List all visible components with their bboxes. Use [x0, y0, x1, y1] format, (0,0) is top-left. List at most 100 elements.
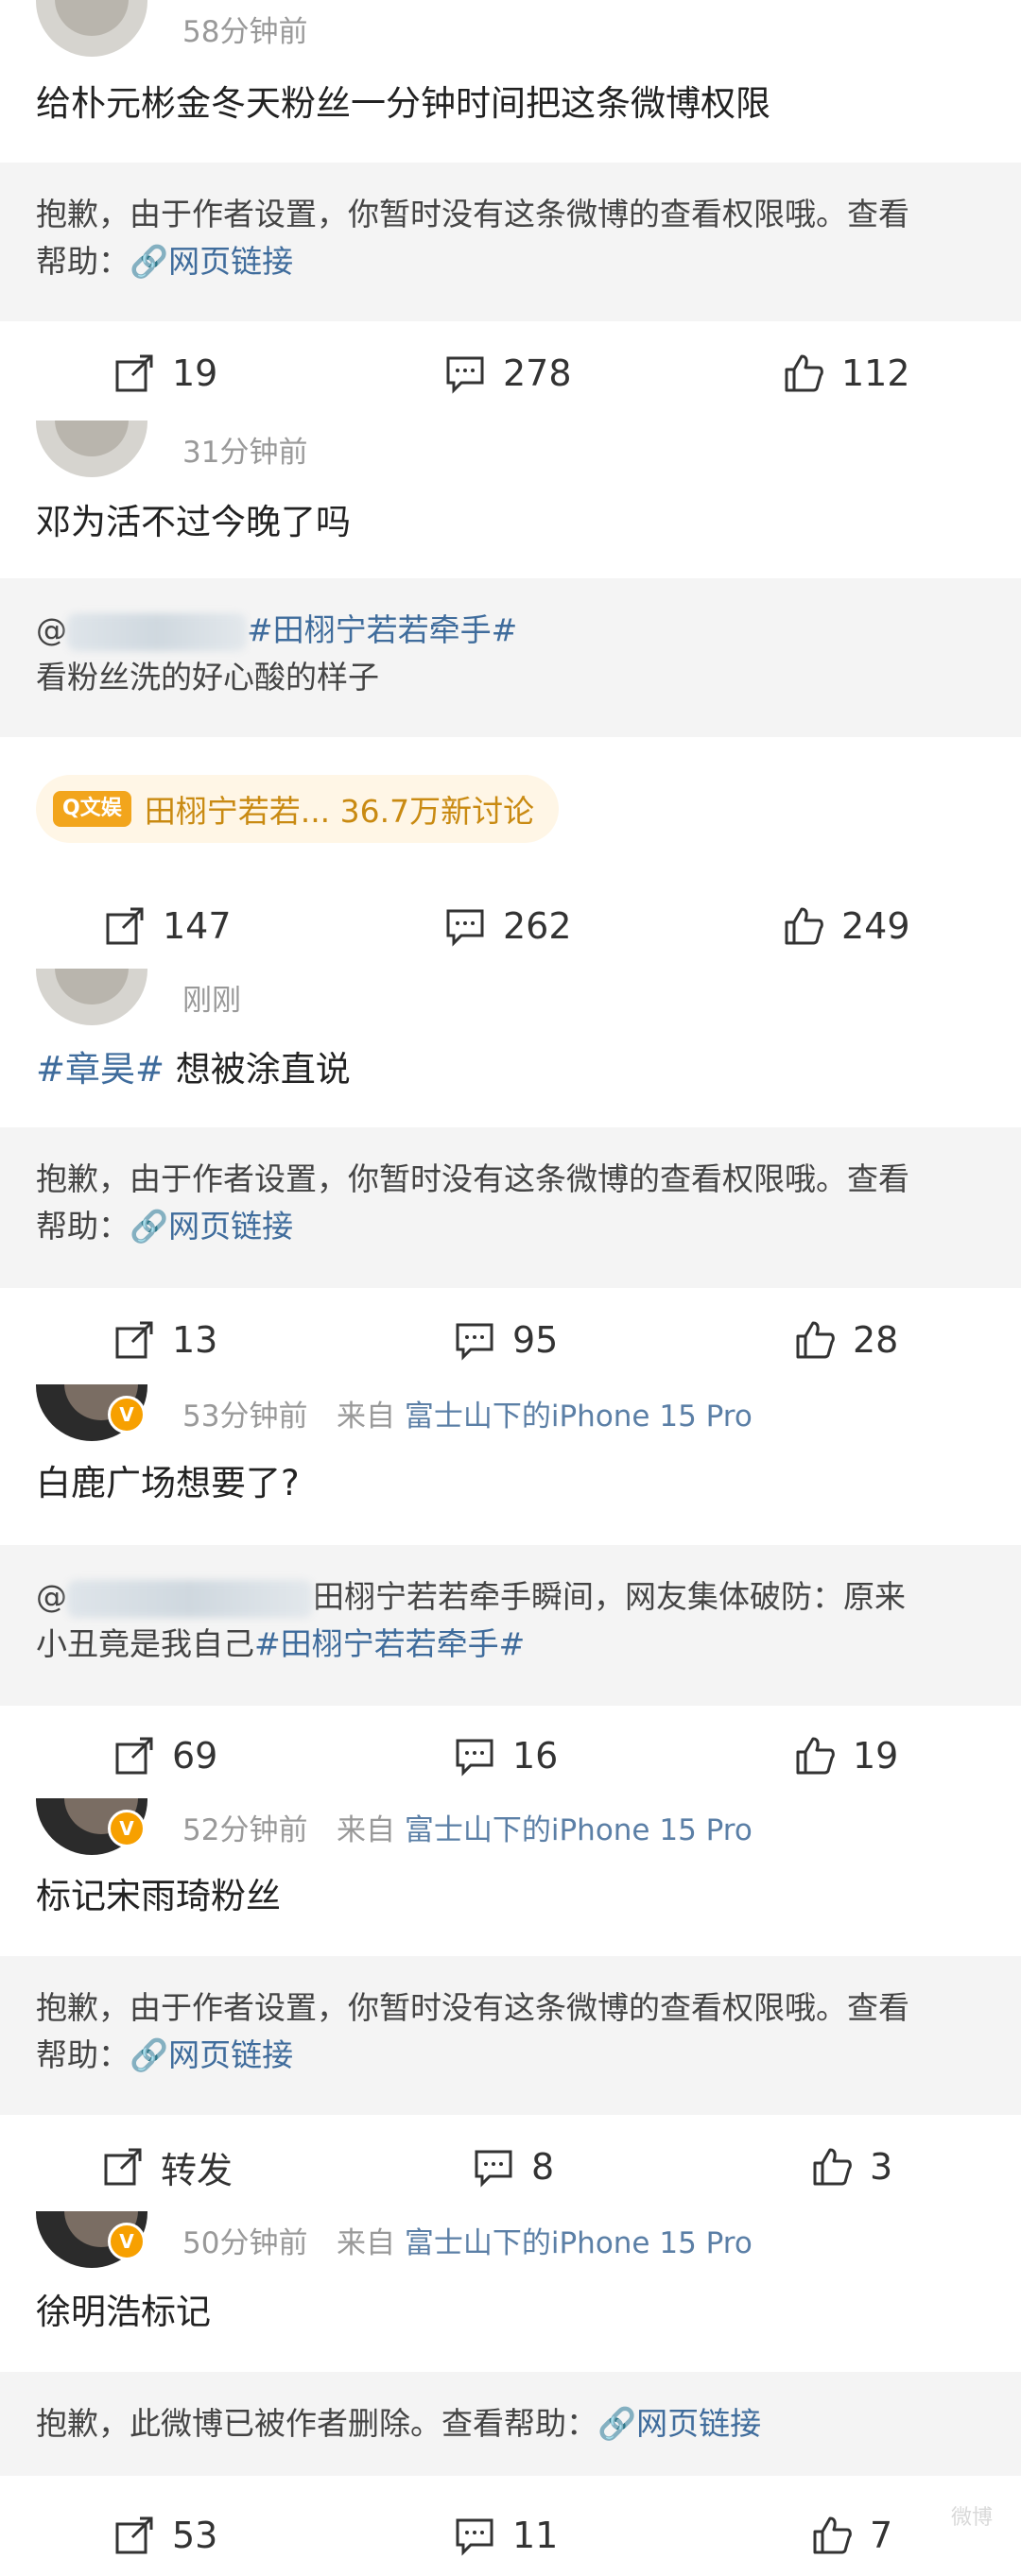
thumbs-up-icon: [796, 1737, 835, 1775]
comment-icon: [475, 2150, 512, 2188]
comment-button[interactable]: 16: [454, 1723, 558, 1789]
post-time: 58分钟前: [182, 15, 308, 49]
action-bar: 13 95 28: [0, 1307, 1021, 1373]
topic-link[interactable]: #田栩宁若若牵手#: [247, 611, 517, 648]
watermark: 微博: [950, 2506, 993, 2530]
repost-button[interactable]: 53: [113, 2502, 217, 2568]
share-icon: [106, 907, 144, 945]
source-device-link[interactable]: 富士山下的iPhone 15 Pro: [405, 2226, 753, 2260]
post-time: 31分钟前: [182, 436, 308, 470]
entertainment-tag: Q文娱: [53, 791, 131, 827]
source-device-link[interactable]: 富士山下的iPhone 15 Pro: [405, 1813, 753, 1847]
link-icon: 🔗: [130, 243, 169, 280]
avatar[interactable]: [36, 0, 147, 57]
thumbs-up-icon: [813, 2516, 852, 2554]
link-icon: 🔗: [597, 2405, 637, 2442]
blurred-username: [67, 1579, 313, 1618]
verified-badge-icon: V: [108, 1396, 146, 1434]
action-bar: 53 11 7: [0, 2502, 1021, 2568]
quoted-post[interactable]: @ 田栩宁若若牵手瞬间，网友集体破防：原来 小丑竟是我自己#田栩宁若若牵手#: [0, 1545, 1021, 1706]
post-time: 50分钟前: [182, 2226, 308, 2260]
post-source: 来自 富士山下的iPhone 15 Pro: [337, 1813, 753, 1847]
link-icon: 🔗: [130, 2036, 169, 2073]
post-time: 刚刚: [182, 984, 241, 1018]
comment-button[interactable]: 95: [454, 1307, 558, 1373]
share-icon: [115, 1737, 153, 1775]
comment-button[interactable]: 278: [444, 340, 572, 406]
web-link[interactable]: 🔗网页链接: [597, 2405, 761, 2442]
web-link[interactable]: 🔗网页链接: [130, 1208, 293, 1245]
verified-badge-icon: V: [108, 2223, 146, 2260]
post-meta: 刚刚: [0, 969, 1021, 1025]
repost-button[interactable]: 19: [113, 340, 217, 406]
like-button[interactable]: 249: [783, 893, 910, 959]
post-meta: V 53分钟前 来自 富士山下的iPhone 15 Pro: [0, 1384, 1021, 1441]
restricted-notice: 抱歉，由于作者设置，你暂时没有这条微博的查看权限哦。查看: [36, 1160, 909, 1197]
quoted-post[interactable]: 抱歉，由于作者设置，你暂时没有这条微博的查看权限哦。查看 帮助：🔗网页链接: [0, 163, 1021, 321]
thumbs-up-icon: [785, 907, 823, 945]
repost-button[interactable]: 147: [104, 893, 232, 959]
post-text: 徐明浩标记: [36, 2292, 211, 2332]
quoted-post[interactable]: 抱歉，由于作者设置，你暂时没有这条微博的查看权限哦。查看 帮助：🔗网页链接: [0, 1956, 1021, 2115]
repost-button[interactable]: 69: [113, 1723, 217, 1789]
avatar[interactable]: [36, 421, 147, 477]
quoted-post[interactable]: 抱歉，此微博已被作者删除。查看帮助：🔗网页链接: [0, 2372, 1021, 2476]
share-icon: [115, 1321, 153, 1359]
quoted-post[interactable]: @ #田栩宁若若牵手# 看粉丝洗的好心酸的样子: [0, 578, 1021, 737]
post-source: 来自 富士山下的iPhone 15 Pro: [337, 1400, 753, 1434]
web-link[interactable]: 🔗网页链接: [130, 243, 293, 280]
action-bar: 19 278 112: [0, 340, 1021, 406]
quoted-text: 看粉丝洗的好心酸的样子: [36, 659, 379, 696]
link-icon: 🔗: [130, 1208, 169, 1245]
verified-badge-icon: V: [108, 1810, 146, 1847]
post-meta: V 50分钟前 来自 富士山下的iPhone 15 Pro: [0, 2211, 1021, 2268]
post-meta: 58分钟前: [0, 0, 1021, 57]
avatar[interactable]: [36, 969, 147, 1025]
thumbs-up-icon: [796, 1321, 835, 1359]
like-button[interactable]: 112: [783, 340, 910, 406]
help-label: 帮助：: [36, 2036, 130, 2073]
post-meta: V 52分钟前 来自 富士山下的iPhone 15 Pro: [0, 1798, 1021, 1855]
action-bar: 转发 8 3: [0, 2134, 1021, 2200]
comment-button[interactable]: 262: [444, 893, 572, 959]
post-text: 邓为活不过今晚了吗: [36, 502, 351, 542]
like-button[interactable]: 28: [794, 1307, 898, 1373]
comment-button[interactable]: 8: [473, 2134, 554, 2200]
comment-icon: [446, 356, 484, 394]
restricted-notice: 抱歉，由于作者设置，你暂时没有这条微博的查看权限哦。查看: [36, 1989, 909, 2026]
quoted-text: 田栩宁若若牵手瞬间，网友集体破防：原来: [313, 1578, 906, 1615]
topic-pill-text: 田栩宁若若... 36.7万新讨论: [144, 793, 535, 830]
source-device-link[interactable]: 富士山下的iPhone 15 Pro: [405, 1400, 753, 1434]
topic-link[interactable]: #章昊#: [36, 1049, 164, 1090]
action-bar: 147 262 249: [0, 893, 1021, 959]
thumbs-up-icon: [785, 354, 823, 392]
repost-button[interactable]: 转发: [102, 2134, 233, 2200]
restricted-notice: 抱歉，由于作者设置，你暂时没有这条微博的查看权限哦。查看: [36, 196, 909, 232]
help-label: 帮助：: [36, 243, 130, 280]
like-button[interactable]: 19: [794, 1723, 898, 1789]
post-text: 给朴元彬金冬天粉丝一分钟时间把这条微博权限: [36, 83, 770, 124]
comment-icon: [456, 2518, 493, 2556]
comment-icon: [446, 909, 484, 947]
help-label: 帮助：: [36, 1208, 130, 1245]
web-link[interactable]: 🔗网页链接: [130, 2036, 293, 2073]
comment-button[interactable]: 11: [454, 2502, 558, 2568]
blurred-username: [67, 612, 247, 651]
post-meta: 31分钟前: [0, 421, 1021, 477]
post-source: 来自 富士山下的iPhone 15 Pro: [337, 2226, 753, 2260]
repost-button[interactable]: 13: [113, 1307, 217, 1373]
post-text: #章昊# 想被涂直说: [36, 1049, 351, 1090]
like-button[interactable]: 3: [811, 2134, 892, 2200]
post-text: 白鹿广场想要了?: [36, 1463, 300, 1503]
share-icon: [115, 354, 153, 392]
quoted-post[interactable]: 抱歉，由于作者设置，你暂时没有这条微博的查看权限哦。查看 帮助：🔗网页链接: [0, 1127, 1021, 1288]
topic-pill[interactable]: Q文娱 田栩宁若若... 36.7万新讨论: [36, 775, 560, 843]
deleted-notice: 抱歉，此微博已被作者删除。查看帮助：: [36, 2405, 597, 2442]
share-icon: [115, 2516, 153, 2554]
post-text: 标记宋雨琦粉丝: [36, 1876, 281, 1916]
action-bar: 69 16 19: [0, 1723, 1021, 1789]
comment-icon: [456, 1739, 493, 1777]
topic-link[interactable]: #田栩宁若若牵手#: [254, 1625, 525, 1662]
comment-icon: [456, 1323, 493, 1361]
share-icon: [104, 2148, 142, 2186]
